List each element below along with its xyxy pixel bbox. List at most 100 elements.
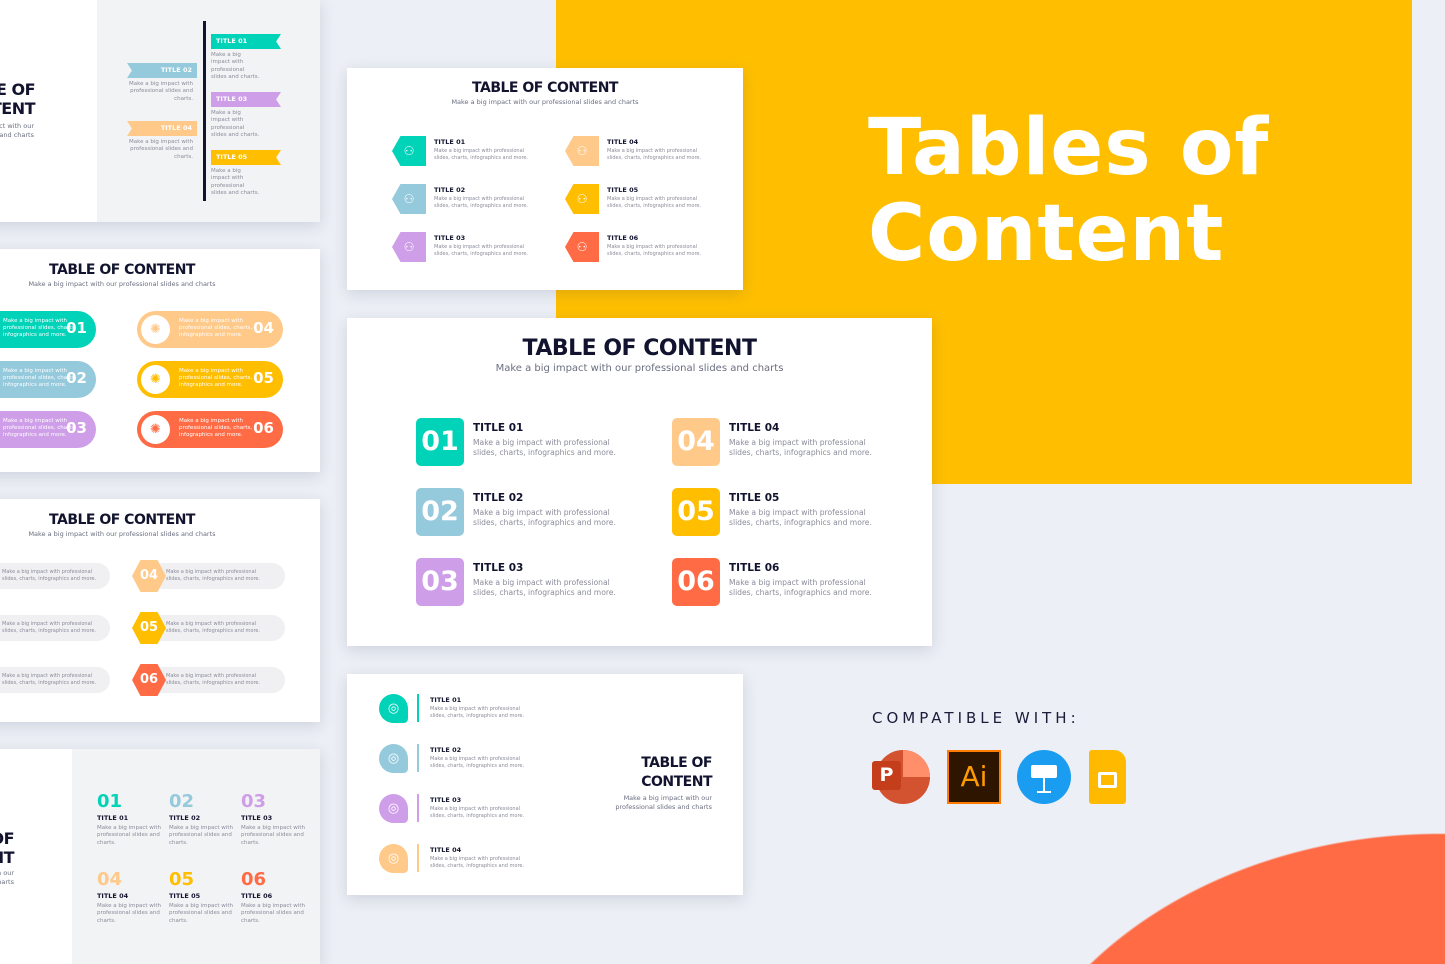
item-title: TITLE 03 — [430, 796, 462, 804]
pill-item[interactable]: Make a big impact with professional slid… — [0, 361, 96, 398]
item-title: TITLE 06 — [607, 234, 639, 242]
subtitle-line: Make a big impact with our — [623, 794, 712, 802]
title-line: TABLE OF — [0, 829, 15, 848]
title-line: CONTENT — [0, 99, 36, 118]
item-description: Make a big impact with professional slid… — [473, 578, 616, 598]
timeline-item[interactable]: TITLE 05 Make a big impact with professio… — [211, 150, 281, 198]
item-description: Make a big impact with professional slid… — [2, 673, 97, 686]
slide-timeline[interactable]: TABLE OFCONTENT Make a big impact with o… — [0, 0, 320, 222]
bubble-list-item[interactable]: ◎ TITLE 01 Make a big impact with professi… — [379, 694, 579, 726]
pill-item[interactable]: ✺ Make a big impact with professional sli… — [137, 411, 283, 448]
slide-subtitle: Make a big impact with ourprofessional s… — [567, 794, 712, 812]
idea-person-icon: ✺ — [141, 415, 170, 444]
item-description: Make a big impact with professional slid… — [473, 508, 616, 528]
item-description: Make a big impact with professional slid… — [211, 52, 260, 81]
hex-row-item[interactable]: Make a big impact with professional slid… — [150, 667, 285, 693]
hero-title: Tables of Content — [868, 105, 1269, 277]
item-title: TITLE 01 — [430, 696, 462, 704]
bubble-list-item[interactable]: ◎ TITLE 02 Make a big impact with professi… — [379, 744, 579, 776]
item-description: Make a big impact with professional slid… — [97, 903, 161, 924]
grid-item[interactable]: 02 TITLE 02 Make a big impact with profess… — [169, 791, 235, 847]
slide-pills[interactable]: TABLE OF CONTENT Make a big impact with … — [0, 249, 320, 472]
main-list-item[interactable]: 05 TITLE 05 Make a big impact with profess… — [672, 488, 892, 538]
item-title: TITLE 01 — [434, 138, 466, 146]
icon-list-item[interactable]: ⚇ TITLE 06 Make a big impact with professi… — [565, 232, 735, 266]
grid-item[interactable]: 06 TITLE 06 Make a big impact with profess… — [241, 869, 307, 925]
title-ribbon: TITLE 04 — [127, 121, 197, 136]
hex-row-item[interactable]: Make a big impact with professional slid… — [150, 563, 285, 589]
icon-list-item[interactable]: ⚇ TITLE 02 Make a big impact with professi… — [392, 184, 562, 218]
slide-title: TABLE OF CONTENT — [49, 512, 195, 528]
google-slides-icon — [1089, 750, 1126, 804]
grid-item[interactable]: 05 TITLE 05 Make a big impact with profess… — [169, 869, 235, 925]
item-title: TITLE 02 — [430, 746, 462, 754]
pill-item[interactable]: Make a big impact with professional slid… — [0, 411, 96, 448]
subtitle-line: professional slides and charts — [0, 131, 34, 139]
slide-bubble-list[interactable]: TABLE OF CONTENT Make a big impact with o… — [347, 674, 743, 895]
icon-list-item[interactable]: ⚇ TITLE 05 Make a big impact with professi… — [565, 184, 735, 218]
main-list-item[interactable]: 03 TITLE 03 Make a big impact with profess… — [416, 558, 636, 608]
pill-number: 04 — [253, 319, 274, 337]
bubble-list-item[interactable]: ◎ TITLE 03 Make a big impact with professi… — [379, 794, 579, 826]
icon-list-item[interactable]: ⚇ TITLE 04 Make a big impact with professi… — [565, 136, 735, 170]
main-list-item[interactable]: 06 TITLE 06 Make a big impact with profess… — [672, 558, 892, 608]
pill-item[interactable]: Make a big impact with professional slid… — [0, 311, 96, 348]
item-number: 05 — [169, 869, 195, 890]
item-description: Make a big impact with professional slid… — [434, 244, 529, 257]
grid-item[interactable]: 01 TITLE 01 Make a big impact with profess… — [97, 791, 163, 847]
slide-main-table-of-content[interactable]: TABLE OF CONTENT Make a big impact with … — [347, 318, 932, 646]
timeline-item[interactable]: TITLE 04 Make a big impact with professio… — [127, 121, 197, 161]
item-description: Make a big impact with professional slid… — [166, 569, 261, 582]
item-description: Make a big impact with professional slid… — [473, 438, 616, 458]
slide-hexagons[interactable]: TABLE OF CONTENT Make a big impact with … — [0, 499, 320, 722]
grid-item[interactable]: 03 TITLE 03 Make a big impact with profess… — [241, 791, 307, 847]
timeline-line — [203, 21, 206, 201]
slide-number-grid[interactable]: TABLE OFCONTENT Make a big impact with o… — [0, 749, 320, 964]
item-description: Make a big impact with professional slid… — [729, 438, 872, 458]
number-badge: 05 — [672, 488, 720, 536]
network-icon: ✺ — [141, 315, 170, 344]
hex-row-item[interactable]: Make a big impact with professional slid… — [0, 615, 110, 641]
number-badge: 06 — [672, 558, 720, 606]
main-list-item[interactable]: 01 TITLE 01 Make a big impact with profess… — [416, 418, 636, 468]
icon-list-item[interactable]: ⚇ TITLE 01 Make a big impact with professi… — [392, 136, 562, 170]
number-badge: 04 — [672, 418, 720, 466]
pill-description: Make a big impact with professional slid… — [179, 368, 253, 389]
grid-item[interactable]: 04 TITLE 04 Make a big impact with profess… — [97, 869, 163, 925]
pill-description: Make a big impact with professional slid… — [179, 418, 253, 439]
pill-number: 02 — [66, 369, 87, 387]
main-list-item[interactable]: 04 TITLE 04 Make a big impact with profess… — [672, 418, 892, 468]
number-badge: 02 — [416, 488, 464, 536]
pill-item[interactable]: ✺ Make a big impact with professional sli… — [137, 311, 283, 348]
item-description: Make a big impact with professional slid… — [129, 81, 193, 102]
main-list-item[interactable]: 02 TITLE 02 Make a big impact with profess… — [416, 488, 636, 538]
bubble-list-item[interactable]: ◎ TITLE 04 Make a big impact with professi… — [379, 844, 579, 876]
icon-list-item[interactable]: ⚇ TITLE 03 Make a big impact with professi… — [392, 232, 562, 266]
slide-title: TABLE OF CONTENT — [567, 754, 712, 792]
item-number: 01 — [97, 791, 123, 812]
slide-subtitle: Make a big impact with our professional … — [28, 530, 216, 538]
item-description: Make a big impact with professional slid… — [2, 621, 97, 634]
chat-icon: ◎ — [379, 694, 408, 723]
title-ribbon: TITLE 05 — [211, 150, 281, 165]
item-description: Make a big impact with professional slid… — [729, 508, 872, 528]
timeline-item[interactable]: TITLE 02 Make a big impact with professio… — [127, 63, 197, 103]
pill-item[interactable]: ✺ Make a big impact with professional sli… — [137, 361, 283, 398]
number-badge: 03 — [416, 558, 464, 606]
subtitle-line: professional slides and charts — [615, 803, 712, 811]
timeline-item[interactable]: TITLE 01 Make a big impact with professio… — [211, 34, 281, 82]
divider-line — [417, 844, 419, 872]
powerpoint-letter: P — [872, 761, 901, 790]
hex-row-item[interactable]: Make a big impact with professional slid… — [150, 615, 285, 641]
item-description: Make a big impact with professional slid… — [211, 168, 260, 197]
people-icon: ⚇ — [565, 232, 599, 262]
timeline-item[interactable]: TITLE 03 Make a big impact with professio… — [211, 92, 281, 140]
hex-row-item[interactable]: Make a big impact with professional slid… — [0, 563, 110, 589]
item-title: TITLE 05 — [169, 892, 201, 900]
subtitle-line: professional slides and charts — [0, 878, 14, 886]
item-title: TITLE 01 — [473, 422, 524, 434]
hex-row-item[interactable]: Make a big impact with professional slid… — [0, 667, 110, 693]
presentation-icon: ⚇ — [392, 232, 426, 262]
slide-icon-list[interactable]: TABLE OF CONTENT Make a big impact with … — [347, 68, 743, 290]
hero-title-line2: Content — [868, 189, 1225, 279]
